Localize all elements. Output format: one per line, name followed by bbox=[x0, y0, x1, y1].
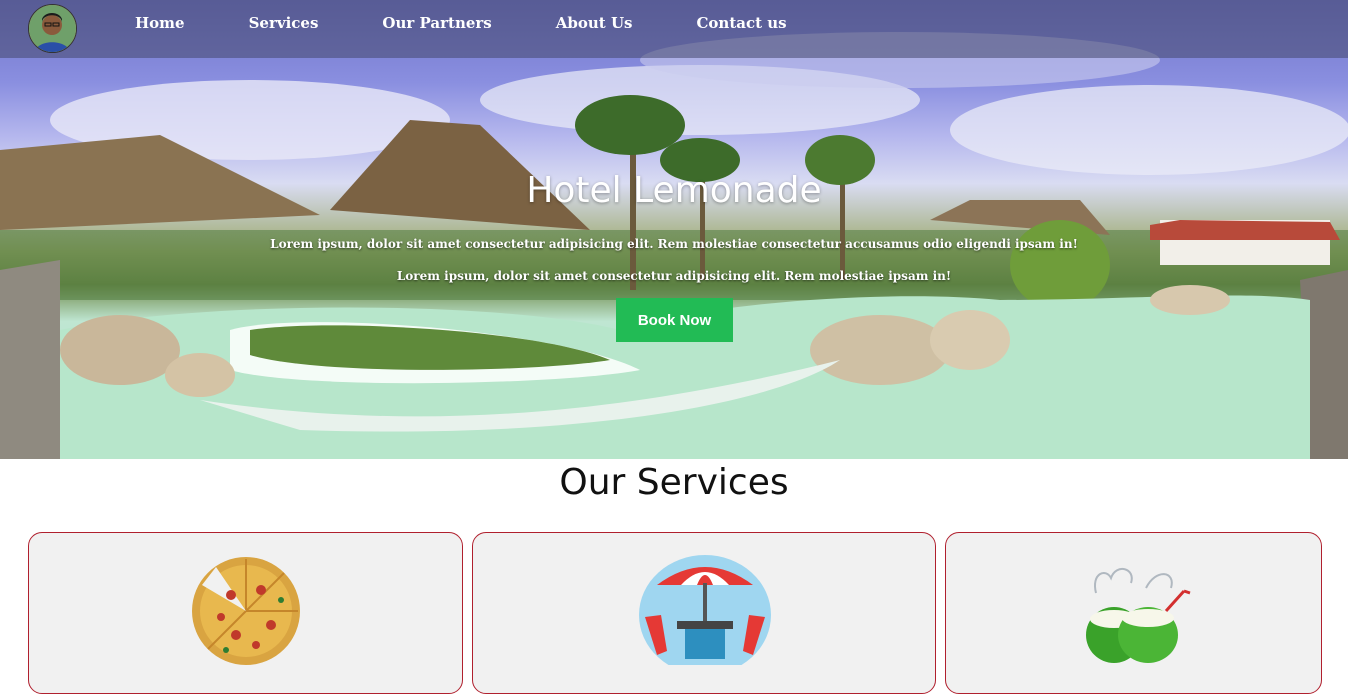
nav-home-link[interactable]: Home bbox=[135, 14, 185, 32]
service-card-food[interactable] bbox=[28, 532, 463, 694]
hero-title: Hotel Lemonade bbox=[526, 170, 822, 211]
service-card-outdoor[interactable] bbox=[472, 532, 936, 694]
profile-avatar-icon bbox=[29, 5, 76, 52]
nav-services-link[interactable]: Services bbox=[249, 14, 319, 32]
nav-partners-link[interactable]: Our Partners bbox=[382, 14, 491, 32]
hero-section: Home Services Our Partners About Us Cont… bbox=[0, 0, 1348, 459]
service-card-drinks[interactable] bbox=[945, 532, 1322, 694]
umbrella-table-icon bbox=[639, 555, 771, 665]
top-navbar: Home Services Our Partners About Us Cont… bbox=[0, 0, 1348, 58]
nav-links: Home Services Our Partners About Us Cont… bbox=[108, 0, 824, 46]
coconut-drink-icon bbox=[1086, 568, 1191, 663]
avatar[interactable] bbox=[28, 4, 77, 53]
nav-contact-link[interactable]: Contact us bbox=[696, 14, 786, 32]
hero-description-line-1: Lorem ipsum, dolor sit amet consectetur … bbox=[270, 237, 1078, 251]
resort-pool-image bbox=[0, 32, 1348, 459]
book-now-button[interactable]: Book Now bbox=[616, 298, 733, 342]
services-heading: Our Services bbox=[559, 462, 789, 503]
hero-description-line-2: Lorem ipsum, dolor sit amet consectetur … bbox=[396, 269, 952, 283]
nav-about-link[interactable]: About Us bbox=[556, 14, 633, 32]
pizza-icon bbox=[192, 557, 300, 665]
